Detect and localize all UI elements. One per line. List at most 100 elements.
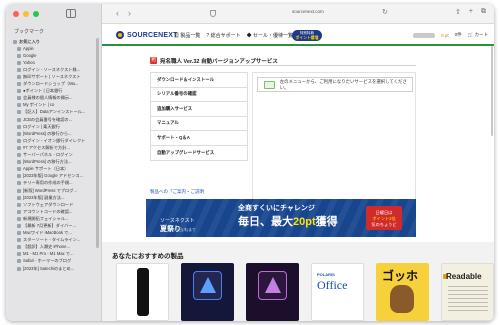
bookmarks-sidebar: ブックマーク お気に入り Apple Google Yahoo ログイン - ソースネク… <box>6 4 102 321</box>
bookmark-item[interactable]: Safari - ホーマーのブログ <box>10 258 98 265</box>
product-card-readable[interactable]: Readable <box>441 263 494 321</box>
bookmark-item[interactable]: Apple サポート（日本） <box>10 166 98 173</box>
window-controls <box>13 11 39 17</box>
bookmark-label: [WordPress] の移行方法... <box>23 159 72 165</box>
tab-overview-icon[interactable]: ⧉ <box>481 8 486 16</box>
page-scrollbar[interactable] <box>491 46 493 136</box>
close-window-button[interactable] <box>13 11 19 17</box>
campaign-bottom: ポイント爆増 <box>295 35 319 40</box>
bookmark-label: サーバーパネル - ログイン <box>23 152 73 158</box>
bookmark-item[interactable]: 【超訳】人類史 iPhone... <box>10 244 98 251</box>
sidebar-header[interactable]: ブックマーク <box>14 28 44 35</box>
bookmark-item[interactable]: 会員様の個人情報の開示... <box>10 95 98 102</box>
user-name-blurred[interactable] <box>413 32 436 38</box>
forward-button[interactable]: › <box>128 8 131 18</box>
bookmark-item[interactable]: Google <box>10 52 98 59</box>
bookmark-label: #7 アクセス解析で方針... <box>23 144 70 150</box>
bookmark-item[interactable]: [WordPress] の移行方法... <box>10 159 98 166</box>
bookmark-item[interactable]: [新版] WordPress でブログ... <box>10 187 98 194</box>
favicon-icon <box>17 188 21 193</box>
reload-icon[interactable]: ↻ <box>382 8 388 16</box>
summer-sale-banner[interactable]: ソースネクスト 夏祭り 8月31日(木)まで 全商すくいにチャレンジ 毎日、最大… <box>146 199 416 237</box>
bookmark-item[interactable]: 新規開拓フェイシャル... <box>10 215 98 222</box>
bookmark-item[interactable]: [WordPress] の移行から... <box>10 130 98 137</box>
product-card-recorder[interactable] <box>116 263 169 321</box>
menu-auto-upgrade[interactable]: 自動アップグレードサービス <box>151 145 247 160</box>
bookmark-label: Safari - ホーマーのブログ <box>23 258 72 264</box>
favicon-icon <box>17 89 21 94</box>
product-card-affinity-photo[interactable] <box>246 263 299 321</box>
cart-link[interactable]: 🛒 カート <box>468 32 488 38</box>
share-icon[interactable]: ⇧ <box>455 8 461 16</box>
menu-support[interactable]: ? 総合サポート <box>206 32 240 39</box>
bookmark-item[interactable]: ログイン | 楽天銀行 <box>10 123 98 130</box>
bookmark-item[interactable]: M1 - M1 Pro - M1 Max で... <box>10 251 98 258</box>
bookmark-item[interactable]: ●ポイント | 日本銀行 <box>10 88 98 95</box>
bookmark-item[interactable]: ログイン - イオン銀行ダイレクト <box>10 137 98 144</box>
bookmark-label: ログイン - ソースネクスト株... <box>23 66 81 72</box>
favicon-icon <box>17 266 21 271</box>
minimize-window-button[interactable] <box>23 11 29 17</box>
sidebar-toggle-icon[interactable] <box>66 9 76 18</box>
favicon-icon <box>17 60 21 65</box>
product-guide-link[interactable]: 製品への「ご案内・ご説明 <box>150 189 204 195</box>
bookmark-item[interactable]: サーバーパネル - ログイン <box>10 152 98 159</box>
favicon-icon <box>17 252 21 257</box>
back-button[interactable]: ‹ <box>116 8 119 18</box>
bookmark-item[interactable]: ダウンロードショップ（Ma... <box>10 81 98 88</box>
bookmark-item[interactable]: [2023年] Satechiのまとめ... <box>10 265 98 272</box>
bookmark-item[interactable]: ソフトウェアダウンロード <box>10 201 98 208</box>
bookmark-item[interactable]: テリー専用の作成の手順... <box>10 180 98 187</box>
cart-count[interactable]: 0件 <box>455 32 462 38</box>
product-icon: 宛 <box>150 57 157 64</box>
bookmark-item[interactable]: 【記入】Dataアンインストール... <box>10 109 98 116</box>
bookmark-item[interactable]: [2023年版] Google アドセンス... <box>10 173 98 180</box>
points-display[interactable]: 0 pt <box>441 33 449 38</box>
bookmark-item[interactable]: 【最新 7月更新】ダイバー... <box>10 222 98 229</box>
menu-manual[interactable]: マニュアル <box>151 116 247 131</box>
menu-products[interactable]: ▦ 製品一覧 <box>174 32 200 39</box>
sidebar-scrollbar[interactable] <box>96 38 99 248</box>
campaign-button[interactable]: 特別特典 ポイント爆増 <box>292 30 322 41</box>
affinity-photo-icon <box>258 271 287 300</box>
site-logo[interactable]: SOURCENEXT <box>116 31 178 39</box>
menu-support-qa[interactable]: サポート・Q＆A <box>151 131 247 146</box>
banner-headline: 全商すくいにチャレンジ <box>238 205 315 212</box>
bookmark-label: [新版] WordPress でブログ... <box>23 187 77 193</box>
bookmark-label: [2023年] Satechiのまとめ... <box>23 265 75 271</box>
address-bar[interactable]: sourcenext.com <box>292 9 324 14</box>
bookmark-label: 【最新 7月更新】ダイバー... <box>23 222 76 228</box>
new-tab-icon[interactable]: + <box>469 8 473 16</box>
bookmark-item[interactable]: Macワイド iMacBook で... <box>10 230 98 237</box>
favicon-icon <box>17 46 21 51</box>
product-card-polaris-office[interactable]: POLARIS Office <box>311 263 364 321</box>
bookmark-folder[interactable]: お気に入り <box>10 38 98 45</box>
instruction-message: 左のメニューから、ご利用になりたいサービスを選択してください。 <box>257 77 413 92</box>
product-card-gogh[interactable]: ゴッホ <box>376 263 429 321</box>
menu-serial-number[interactable]: シリアル番号の確認 <box>151 87 247 102</box>
favicon-icon <box>17 216 21 221</box>
bookmark-item[interactable]: [2023年版] 副業方法... <box>10 194 98 201</box>
bookmark-item[interactable]: ログイン - ソースネクスト株... <box>10 66 98 73</box>
favicon-icon <box>17 223 21 228</box>
bookmark-item[interactable]: アコウントコードの確認... <box>10 208 98 215</box>
bookmark-item[interactable]: #7 アクセス解析で方針... <box>10 144 98 151</box>
bookmark-label: [WordPress] の移行から... <box>23 130 72 136</box>
zoom-window-button[interactable] <box>33 11 39 17</box>
product-card-affinity-designer[interactable] <box>181 263 234 321</box>
bookmark-item[interactable]: Apple <box>10 45 98 52</box>
menu-additional-purchase[interactable]: 追加購入サービス <box>151 102 247 117</box>
bookmark-item[interactable]: My ポイント | co <box>10 102 98 109</box>
bookmark-item[interactable]: Yahoo <box>10 59 98 66</box>
bookmark-item[interactable]: 無印サポート | ソースネクスト <box>10 73 98 80</box>
favicon-icon <box>17 160 21 165</box>
bookmark-label: テリー専用の作成の手順... <box>23 180 73 186</box>
menu-sale[interactable]: ◆ セール・優待一覧 <box>247 32 293 39</box>
privacy-shield-icon[interactable] <box>210 10 216 17</box>
bookmark-label: Google <box>23 53 37 59</box>
recommended-title: あなたにおすすめの製品 <box>112 253 184 260</box>
menu-download-install[interactable]: ダウンロード＆インストール <box>151 73 247 88</box>
bookmark-label: ログイン | 楽天銀行 <box>23 123 60 129</box>
bookmark-item[interactable]: スターソート - タイムライン... <box>10 237 98 244</box>
bookmark-item[interactable]: JCBの会員番号を確認の... <box>10 116 98 123</box>
